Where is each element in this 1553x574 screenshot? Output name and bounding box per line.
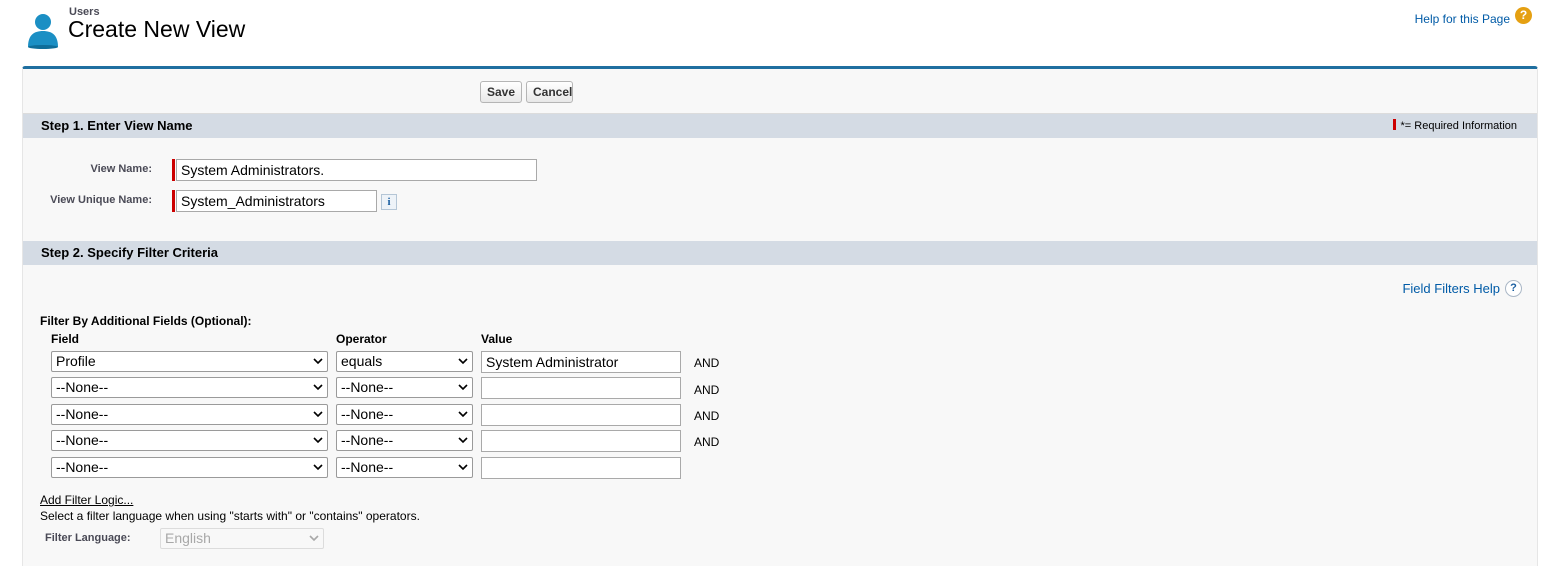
selected-field: --None--	[56, 379, 109, 395]
selected-language: English	[165, 530, 211, 546]
required-marker	[172, 159, 175, 181]
filter-field-select[interactable]: Profile	[51, 351, 328, 372]
view-unique-name-label: View Unique Name:	[50, 194, 152, 206]
selected-field: --None--	[56, 406, 109, 422]
required-legend: *= Required Information	[1392, 114, 1517, 138]
chevron-down-icon	[313, 358, 323, 365]
required-legend-text: = Required Information	[1404, 120, 1517, 132]
filter-field-select[interactable]: --None--	[51, 430, 328, 451]
and-label: AND	[694, 383, 720, 397]
filter-value-input[interactable]	[481, 430, 681, 452]
info-icon[interactable]: i	[381, 194, 397, 210]
selected-operator: equals	[341, 353, 383, 369]
help-icon[interactable]: ?	[1515, 7, 1532, 24]
filter-language-select: English	[160, 528, 324, 549]
chevron-down-icon	[458, 384, 468, 391]
page-header: Users Create New View Help for this Page…	[0, 0, 1553, 66]
chevron-down-icon	[458, 437, 468, 444]
view-unique-name-input[interactable]	[176, 190, 377, 212]
step1-heading: Step 1. Enter View Name	[41, 118, 193, 133]
filter-value-input[interactable]	[481, 457, 681, 479]
chevron-down-icon	[458, 411, 468, 418]
field-filters-help-link[interactable]: Field Filters Help	[1402, 281, 1500, 296]
chevron-down-icon	[313, 411, 323, 418]
chevron-down-icon	[313, 464, 323, 471]
filter-section-title: Filter By Additional Fields (Optional):	[40, 314, 252, 328]
filter-language-note: Select a filter language when using "sta…	[40, 509, 420, 523]
edit-view-panel: Save Cancel Step 1. Enter View Name *= R…	[22, 66, 1538, 566]
filter-operator-select[interactable]: --None--	[336, 430, 473, 451]
field-column-header: Field	[51, 332, 80, 346]
chevron-down-icon	[458, 358, 468, 365]
selected-field: --None--	[56, 432, 109, 448]
button-row: Save Cancel	[23, 69, 1537, 114]
chevron-down-icon	[458, 464, 468, 471]
add-filter-logic-link[interactable]: Add Filter Logic...	[40, 493, 133, 507]
selected-field: Profile	[56, 353, 96, 369]
and-label: AND	[694, 356, 720, 370]
page-title: Create New View	[68, 16, 246, 42]
save-button[interactable]: Save	[480, 81, 522, 103]
filter-operator-select[interactable]: --None--	[336, 377, 473, 398]
filter-field-select[interactable]: --None--	[51, 377, 328, 398]
filter-field-select[interactable]: --None--	[51, 457, 328, 478]
required-marker	[172, 190, 175, 212]
user-icon	[28, 14, 58, 49]
filter-value-input[interactable]	[481, 377, 681, 399]
selected-operator: --None--	[341, 379, 394, 395]
step1-header: Step 1. Enter View Name *= Required Info…	[23, 114, 1537, 138]
step2-heading: Step 2. Specify Filter Criteria	[41, 245, 219, 260]
filter-value-input[interactable]	[481, 404, 681, 426]
operator-column-header: Operator	[336, 332, 387, 346]
filter-language-label: Filter Language:	[45, 532, 131, 544]
question-icon[interactable]: ?	[1505, 280, 1522, 297]
selected-operator: --None--	[341, 432, 394, 448]
selected-operator: --None--	[341, 406, 394, 422]
required-marker	[1392, 119, 1396, 130]
cancel-button[interactable]: Cancel	[526, 81, 573, 103]
filter-field-select[interactable]: --None--	[51, 404, 328, 425]
filter-operator-select[interactable]: --None--	[336, 404, 473, 425]
step2-header: Step 2. Specify Filter Criteria	[23, 241, 1537, 265]
filter-operator-select[interactable]: equals	[336, 351, 473, 372]
and-label: AND	[694, 409, 720, 423]
filter-operator-select[interactable]: --None--	[336, 457, 473, 478]
chevron-down-icon	[313, 437, 323, 444]
chevron-down-icon	[309, 535, 319, 542]
view-name-label: View Name:	[90, 163, 152, 175]
help-for-this-page-link[interactable]: Help for this Page	[1415, 12, 1510, 26]
view-name-input[interactable]	[176, 159, 537, 181]
filter-value-input[interactable]	[481, 351, 681, 373]
selected-operator: --None--	[341, 459, 394, 475]
value-column-header: Value	[481, 332, 513, 346]
and-label: AND	[694, 435, 720, 449]
chevron-down-icon	[313, 384, 323, 391]
selected-field: --None--	[56, 459, 109, 475]
